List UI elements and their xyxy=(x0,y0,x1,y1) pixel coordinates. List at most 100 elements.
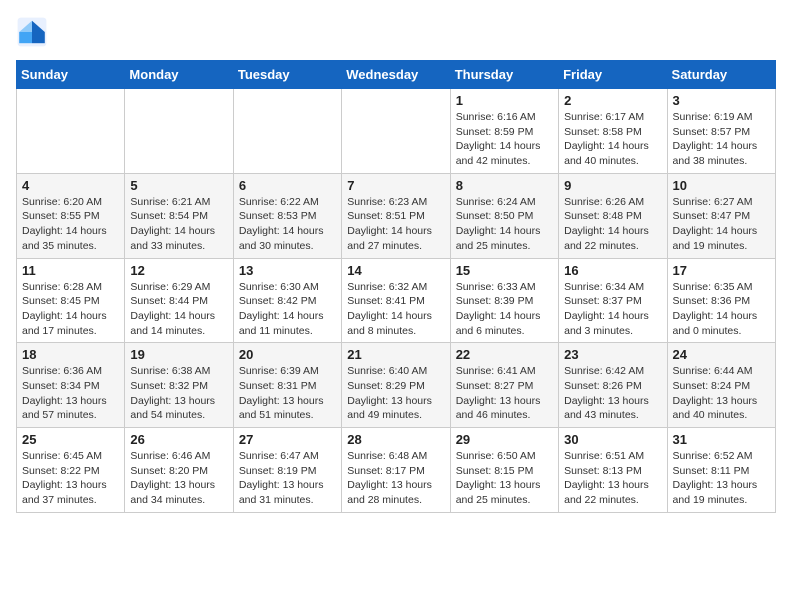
day-info: Sunrise: 6:39 AMSunset: 8:31 PMDaylight:… xyxy=(239,364,336,423)
day-info: Sunrise: 6:28 AMSunset: 8:45 PMDaylight:… xyxy=(22,280,119,339)
logo-icon xyxy=(16,16,48,48)
day-number: 25 xyxy=(22,432,119,447)
day-info: Sunrise: 6:46 AMSunset: 8:20 PMDaylight:… xyxy=(130,449,227,508)
calendar-cell xyxy=(233,89,341,174)
day-number: 18 xyxy=(22,347,119,362)
day-number: 11 xyxy=(22,263,119,278)
day-number: 13 xyxy=(239,263,336,278)
calendar-cell: 29 Sunrise: 6:50 AMSunset: 8:15 PMDayligh… xyxy=(450,428,558,513)
calendar-cell: 24 Sunrise: 6:44 AMSunset: 8:24 PMDayligh… xyxy=(667,343,775,428)
day-info: Sunrise: 6:45 AMSunset: 8:22 PMDaylight:… xyxy=(22,449,119,508)
calendar-cell: 26 Sunrise: 6:46 AMSunset: 8:20 PMDayligh… xyxy=(125,428,233,513)
day-info: Sunrise: 6:40 AMSunset: 8:29 PMDaylight:… xyxy=(347,364,444,423)
weekday-header-row: SundayMondayTuesdayWednesdayThursdayFrid… xyxy=(17,61,776,89)
day-info: Sunrise: 6:36 AMSunset: 8:34 PMDaylight:… xyxy=(22,364,119,423)
calendar-cell xyxy=(125,89,233,174)
calendar-cell: 19 Sunrise: 6:38 AMSunset: 8:32 PMDayligh… xyxy=(125,343,233,428)
day-info: Sunrise: 6:47 AMSunset: 8:19 PMDaylight:… xyxy=(239,449,336,508)
calendar-week-row: 11 Sunrise: 6:28 AMSunset: 8:45 PMDayligh… xyxy=(17,258,776,343)
day-info: Sunrise: 6:19 AMSunset: 8:57 PMDaylight:… xyxy=(673,110,770,169)
day-info: Sunrise: 6:48 AMSunset: 8:17 PMDaylight:… xyxy=(347,449,444,508)
day-number: 8 xyxy=(456,178,553,193)
calendar-cell: 6Sunrise: 6:22 AMSunset: 8:53 PMDaylight… xyxy=(233,173,341,258)
day-number: 28 xyxy=(347,432,444,447)
weekday-header-tuesday: Tuesday xyxy=(233,61,341,89)
calendar-cell: 16Sunrise: 6:34 AMSunset: 8:37 PMDayligh… xyxy=(559,258,667,343)
calendar-cell: 31 Sunrise: 6:52 AMSunset: 8:11 PMDayligh… xyxy=(667,428,775,513)
weekday-header-wednesday: Wednesday xyxy=(342,61,450,89)
day-number: 21 xyxy=(347,347,444,362)
day-number: 19 xyxy=(130,347,227,362)
day-info: Sunrise: 6:33 AMSunset: 8:39 PMDaylight:… xyxy=(456,280,553,339)
day-info: Sunrise: 6:23 AMSunset: 8:51 PMDaylight:… xyxy=(347,195,444,254)
day-number: 10 xyxy=(673,178,770,193)
calendar-cell: 2 Sunrise: 6:17 AMSunset: 8:58 PMDaylight… xyxy=(559,89,667,174)
day-info: Sunrise: 6:20 AMSunset: 8:55 PMDaylight:… xyxy=(22,195,119,254)
calendar-week-row: 1 Sunrise: 6:16 AMSunset: 8:59 PMDaylight… xyxy=(17,89,776,174)
day-number: 24 xyxy=(673,347,770,362)
calendar-cell: 4 Sunrise: 6:20 AMSunset: 8:55 PMDaylight… xyxy=(17,173,125,258)
calendar-cell: 28 Sunrise: 6:48 AMSunset: 8:17 PMDayligh… xyxy=(342,428,450,513)
day-number: 26 xyxy=(130,432,227,447)
calendar-cell: 20 Sunrise: 6:39 AMSunset: 8:31 PMDayligh… xyxy=(233,343,341,428)
calendar-cell: 17 Sunrise: 6:35 AMSunset: 8:36 PMDayligh… xyxy=(667,258,775,343)
calendar-cell: 25 Sunrise: 6:45 AMSunset: 8:22 PMDayligh… xyxy=(17,428,125,513)
day-info: Sunrise: 6:51 AMSunset: 8:13 PMDaylight:… xyxy=(564,449,661,508)
day-number: 17 xyxy=(673,263,770,278)
day-info: Sunrise: 6:29 AMSunset: 8:44 PMDaylight:… xyxy=(130,280,227,339)
day-info: Sunrise: 6:50 AMSunset: 8:15 PMDaylight:… xyxy=(456,449,553,508)
day-number: 16 xyxy=(564,263,661,278)
day-number: 15 xyxy=(456,263,553,278)
calendar-cell: 12 Sunrise: 6:29 AMSunset: 8:44 PMDayligh… xyxy=(125,258,233,343)
calendar-cell: 10Sunrise: 6:27 AMSunset: 8:47 PMDayligh… xyxy=(667,173,775,258)
day-info: Sunrise: 6:35 AMSunset: 8:36 PMDaylight:… xyxy=(673,280,770,339)
day-number: 5 xyxy=(130,178,227,193)
calendar-cell: 14Sunrise: 6:32 AMSunset: 8:41 PMDayligh… xyxy=(342,258,450,343)
day-number: 31 xyxy=(673,432,770,447)
day-info: Sunrise: 6:26 AMSunset: 8:48 PMDaylight:… xyxy=(564,195,661,254)
day-number: 1 xyxy=(456,93,553,108)
day-number: 3 xyxy=(673,93,770,108)
day-number: 2 xyxy=(564,93,661,108)
day-number: 20 xyxy=(239,347,336,362)
day-number: 7 xyxy=(347,178,444,193)
weekday-header-thursday: Thursday xyxy=(450,61,558,89)
calendar-cell: 15 Sunrise: 6:33 AMSunset: 8:39 PMDayligh… xyxy=(450,258,558,343)
calendar-cell: 21 Sunrise: 6:40 AMSunset: 8:29 PMDayligh… xyxy=(342,343,450,428)
calendar-cell xyxy=(17,89,125,174)
calendar-cell: 7 Sunrise: 6:23 AMSunset: 8:51 PMDaylight… xyxy=(342,173,450,258)
calendar-table: SundayMondayTuesdayWednesdayThursdayFrid… xyxy=(16,60,776,513)
day-info: Sunrise: 6:38 AMSunset: 8:32 PMDaylight:… xyxy=(130,364,227,423)
calendar-header: SundayMondayTuesdayWednesdayThursdayFrid… xyxy=(17,61,776,89)
day-info: Sunrise: 6:44 AMSunset: 8:24 PMDaylight:… xyxy=(673,364,770,423)
day-info: Sunrise: 6:16 AMSunset: 8:59 PMDaylight:… xyxy=(456,110,553,169)
calendar-cell: 18 Sunrise: 6:36 AMSunset: 8:34 PMDayligh… xyxy=(17,343,125,428)
header xyxy=(16,16,776,48)
day-info: Sunrise: 6:42 AMSunset: 8:26 PMDaylight:… xyxy=(564,364,661,423)
calendar-cell: 1 Sunrise: 6:16 AMSunset: 8:59 PMDaylight… xyxy=(450,89,558,174)
day-number: 6 xyxy=(239,178,336,193)
weekday-header-sunday: Sunday xyxy=(17,61,125,89)
calendar-cell: 11 Sunrise: 6:28 AMSunset: 8:45 PMDayligh… xyxy=(17,258,125,343)
day-info: Sunrise: 6:21 AMSunset: 8:54 PMDaylight:… xyxy=(130,195,227,254)
day-number: 22 xyxy=(456,347,553,362)
calendar-cell xyxy=(342,89,450,174)
day-number: 29 xyxy=(456,432,553,447)
day-number: 12 xyxy=(130,263,227,278)
calendar-cell: 22 Sunrise: 6:41 AMSunset: 8:27 PMDayligh… xyxy=(450,343,558,428)
day-number: 23 xyxy=(564,347,661,362)
logo xyxy=(16,16,52,48)
calendar-week-row: 18 Sunrise: 6:36 AMSunset: 8:34 PMDayligh… xyxy=(17,343,776,428)
calendar-cell: 30Sunrise: 6:51 AMSunset: 8:13 PMDayligh… xyxy=(559,428,667,513)
day-info: Sunrise: 6:41 AMSunset: 8:27 PMDaylight:… xyxy=(456,364,553,423)
day-number: 4 xyxy=(22,178,119,193)
calendar-cell: 5 Sunrise: 6:21 AMSunset: 8:54 PMDaylight… xyxy=(125,173,233,258)
day-info: Sunrise: 6:52 AMSunset: 8:11 PMDaylight:… xyxy=(673,449,770,508)
calendar-cell: 23 Sunrise: 6:42 AMSunset: 8:26 PMDayligh… xyxy=(559,343,667,428)
calendar-cell: 3 Sunrise: 6:19 AMSunset: 8:57 PMDaylight… xyxy=(667,89,775,174)
day-info: Sunrise: 6:30 AMSunset: 8:42 PMDaylight:… xyxy=(239,280,336,339)
weekday-header-monday: Monday xyxy=(125,61,233,89)
day-info: Sunrise: 6:17 AMSunset: 8:58 PMDaylight:… xyxy=(564,110,661,169)
calendar-week-row: 25 Sunrise: 6:45 AMSunset: 8:22 PMDayligh… xyxy=(17,428,776,513)
weekday-header-saturday: Saturday xyxy=(667,61,775,89)
